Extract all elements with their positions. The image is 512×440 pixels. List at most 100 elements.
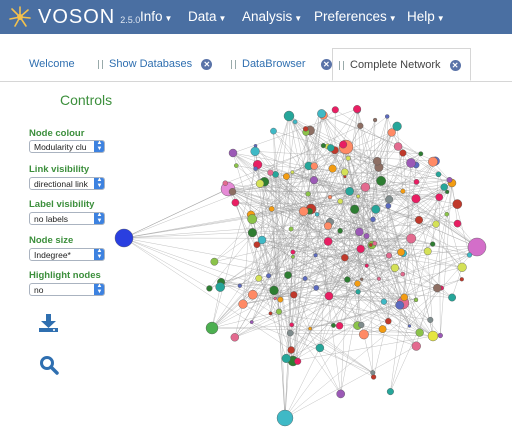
network-node[interactable]	[376, 175, 386, 186]
network-node[interactable]	[255, 274, 263, 282]
network-node[interactable]	[247, 228, 257, 238]
network-node[interactable]	[400, 271, 406, 277]
network-node[interactable]	[313, 285, 320, 291]
network-node[interactable]	[415, 215, 424, 224]
network-node[interactable]	[444, 211, 450, 217]
network-node[interactable]	[355, 227, 364, 237]
network-node[interactable]	[427, 316, 434, 323]
network-node[interactable]	[284, 271, 292, 279]
node-colour-select[interactable]: Modularity clu ▲ ▼	[29, 140, 105, 153]
close-icon[interactable]: ✕	[320, 58, 332, 70]
menu-help[interactable]: Help ▼	[407, 0, 445, 34]
search-icon[interactable]	[39, 355, 59, 375]
network-node[interactable]	[433, 283, 442, 293]
close-icon[interactable]: ✕	[449, 59, 461, 71]
network-node[interactable]	[363, 233, 370, 239]
network-node[interactable]	[445, 189, 450, 194]
network-node[interactable]	[327, 144, 335, 152]
network-node[interactable]	[364, 263, 369, 268]
network-node[interactable]	[432, 220, 440, 228]
network-node[interactable]	[466, 252, 473, 258]
network-node[interactable]	[286, 329, 294, 337]
network-node[interactable]	[345, 186, 354, 196]
network-node[interactable]	[418, 151, 424, 157]
network-node[interactable]	[290, 170, 295, 175]
network-node[interactable]	[371, 204, 381, 214]
network-node[interactable]	[269, 285, 279, 296]
network-node[interactable]	[277, 296, 284, 303]
network-node[interactable]	[415, 328, 424, 337]
network-node[interactable]	[230, 333, 240, 342]
network-node[interactable]	[268, 311, 273, 316]
network-node[interactable]	[255, 179, 265, 188]
network-node[interactable]	[373, 117, 378, 123]
network-node[interactable]	[423, 247, 432, 256]
network-node[interactable]	[356, 244, 365, 254]
network-node[interactable]	[215, 282, 225, 292]
network-node[interactable]	[282, 173, 290, 180]
network-node[interactable]	[341, 254, 349, 262]
network-node[interactable]	[453, 219, 462, 228]
network-node[interactable]	[378, 325, 387, 333]
network-node[interactable]	[267, 169, 274, 176]
network-node[interactable]	[290, 291, 298, 299]
network-node[interactable]	[411, 341, 421, 351]
menu-analysis[interactable]: Analysis ▼	[242, 0, 302, 34]
network-node[interactable]	[430, 241, 436, 247]
network-node[interactable]	[324, 221, 333, 230]
network-node[interactable]	[459, 277, 464, 282]
network-node[interactable]	[386, 252, 393, 259]
network-node[interactable]	[337, 228, 343, 234]
network-node[interactable]	[320, 143, 326, 149]
network-node[interactable]	[266, 273, 272, 279]
menu-data[interactable]: Data ▼	[188, 0, 226, 34]
network-node[interactable]	[302, 276, 308, 281]
network-node[interactable]	[253, 166, 258, 171]
network-node[interactable]	[406, 233, 417, 244]
network-node[interactable]	[427, 330, 439, 342]
tab-welcome[interactable]: Welcome	[29, 52, 75, 76]
network-node[interactable]	[247, 289, 258, 300]
network-node[interactable]	[344, 276, 351, 283]
network-node[interactable]	[370, 216, 376, 223]
network-graph[interactable]	[110, 92, 512, 440]
menu-preferences[interactable]: Preferences ▼	[314, 0, 397, 34]
network-node[interactable]	[397, 248, 405, 256]
network-node[interactable]	[335, 322, 344, 330]
network-node[interactable]	[310, 162, 318, 170]
node-size-select[interactable]: Indegree* ▲ ▼	[29, 248, 105, 261]
network-node[interactable]	[288, 226, 294, 232]
network-node[interactable]	[368, 243, 373, 247]
network-node[interactable]	[350, 204, 360, 214]
network-node[interactable]	[390, 263, 400, 273]
network-node[interactable]	[283, 110, 295, 122]
network-node[interactable]	[313, 253, 318, 258]
network-node[interactable]	[354, 280, 361, 287]
network-node[interactable]	[345, 155, 351, 161]
network-node[interactable]	[289, 322, 295, 328]
network-node[interactable]	[305, 191, 311, 197]
network-node[interactable]	[376, 276, 381, 281]
network-node[interactable]	[358, 321, 365, 329]
network-node[interactable]	[428, 156, 438, 167]
network-node[interactable]	[210, 257, 219, 266]
network-node[interactable]	[238, 299, 248, 309]
network-node[interactable]	[356, 194, 361, 199]
network-node[interactable]	[413, 297, 419, 303]
network-node[interactable]	[336, 389, 346, 399]
network-node[interactable]	[385, 318, 392, 325]
network-node[interactable]	[253, 241, 261, 248]
label-visibility-select[interactable]: no labels ▲ ▼	[29, 212, 105, 225]
network-node[interactable]	[270, 127, 277, 135]
network-node[interactable]	[268, 206, 275, 212]
network-node[interactable]	[205, 321, 219, 335]
network-node[interactable]	[324, 291, 334, 301]
network-node[interactable]	[327, 195, 333, 200]
network-node[interactable]	[317, 109, 326, 119]
network-node[interactable]	[339, 140, 348, 149]
network-node[interactable]	[341, 168, 349, 176]
network-node[interactable]	[294, 357, 302, 365]
network-node[interactable]	[290, 254, 295, 259]
brand[interactable]: VOSON 2.5.0	[8, 4, 140, 30]
menu-info[interactable]: Info ▼	[140, 0, 172, 34]
